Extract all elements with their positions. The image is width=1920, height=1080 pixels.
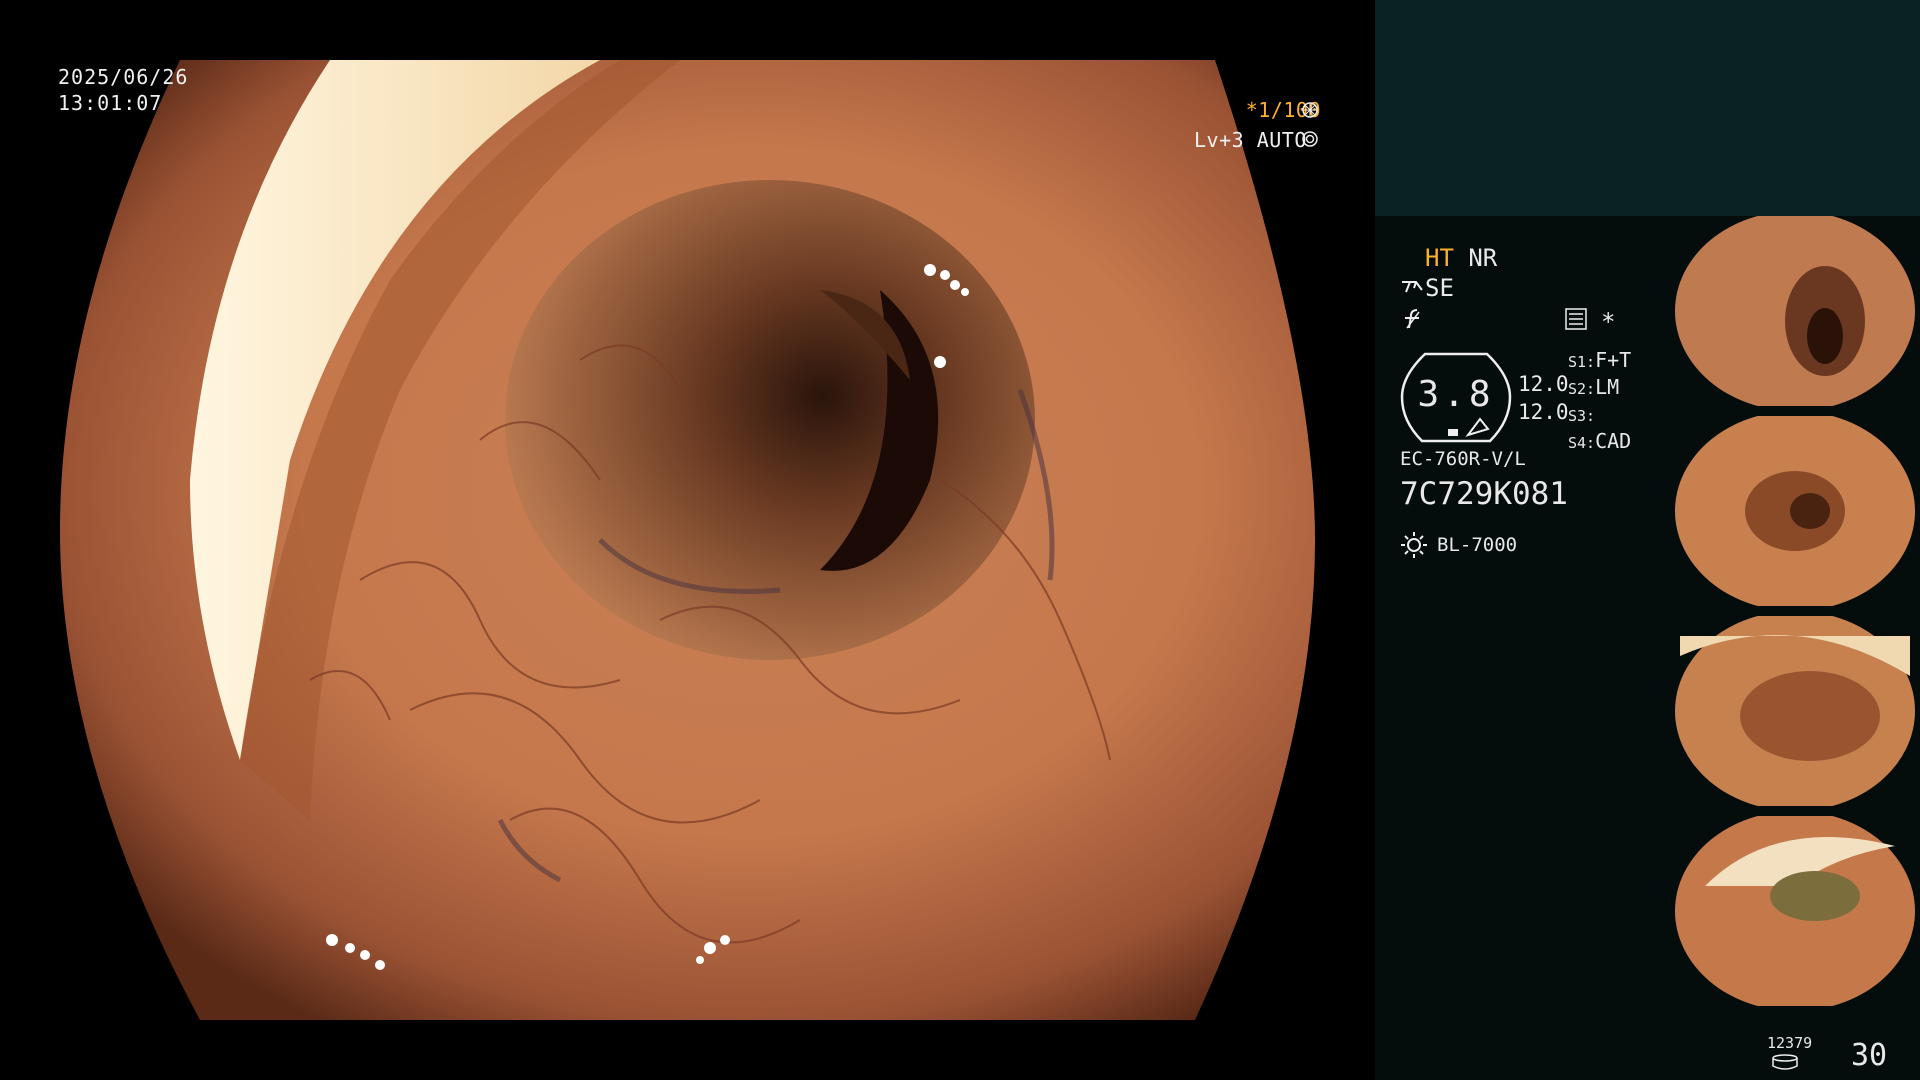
captured-thumbnail[interactable] [1675,416,1916,606]
s3-key: S3: [1568,407,1596,425]
gauge-value: 3.8 [1417,374,1495,415]
scope-tip-icon [1400,278,1424,296]
time-text: 13:01:07 [58,91,163,115]
se-label: SE [1425,274,1454,302]
scope-serial: 7C729K081 [1400,476,1568,512]
processor-info-panel: HT NR SE * 3.8 12.0 12.0 S1:F+T S2:LM S3… [1375,216,1671,1080]
colon-lumen-image [60,60,1315,1020]
target-icon [1302,131,1318,147]
s4-value: CAD [1595,429,1632,453]
storage-disk-icon [1771,1054,1799,1070]
ht-label: HT [1425,244,1454,272]
date-text: 2025/06/26 [58,65,189,89]
side-panel-top [1375,0,1920,216]
aperture-icon [1302,102,1318,118]
value-top: 12.0 [1518,372,1569,396]
thumbnail-strip [1671,216,1920,1016]
settings-list-icon [1565,308,1587,330]
s4-key: S4: [1568,434,1596,452]
asterisk-indicator: * [1601,308,1616,336]
footer-strip: 12379 30 [1671,1016,1920,1080]
captured-thumbnail[interactable] [1675,216,1916,406]
s2-key: S2: [1568,380,1596,398]
value-bottom: 12.0 [1518,400,1569,424]
captured-thumbnail[interactable] [1675,816,1916,1006]
light-level: Lv+3 [1194,128,1245,152]
endoscope-main-view [60,60,1315,1020]
captured-thumbnail[interactable] [1675,616,1916,806]
sun-icon [1400,531,1428,559]
storage-count: 12379 [1767,1034,1813,1052]
frame-number: 30 [1851,1038,1888,1073]
scope-model: EC-760R-V/L [1400,448,1526,470]
s1-key: S1: [1568,353,1596,371]
s2-value: LM [1595,375,1620,399]
auto-mode: AUTO [1256,128,1307,152]
s1-value: F+T [1595,348,1632,372]
light-source: BL-7000 [1437,534,1518,556]
function-icon [1403,308,1423,330]
nr-label: NR [1468,244,1498,272]
